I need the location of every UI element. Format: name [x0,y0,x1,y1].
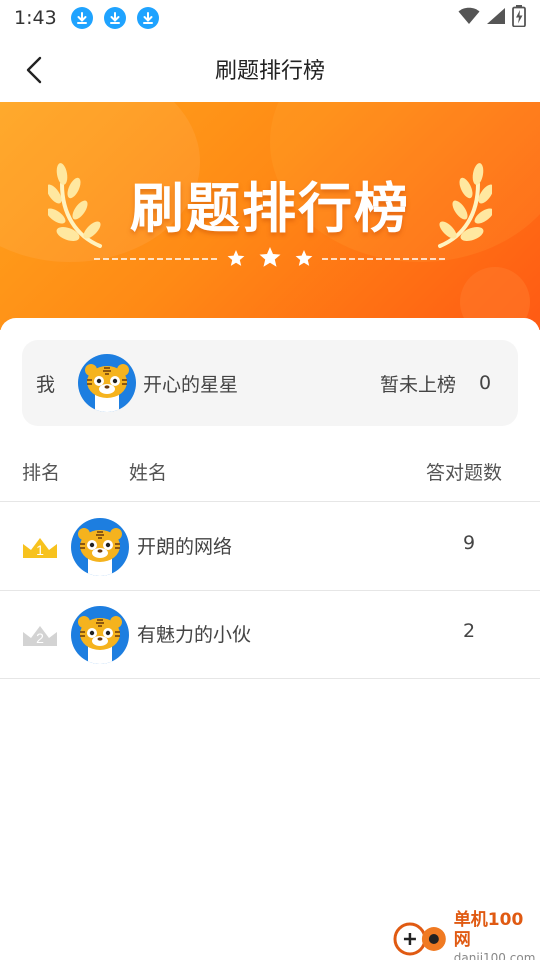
rank-number: 1 [36,542,44,558]
battery-icon [512,5,526,31]
star-icon [295,250,313,266]
column-header-rank: 排名 [22,462,61,484]
watermark-logo-icon [393,922,446,956]
crown-icon: 1 [23,538,57,558]
download-notification-icon [70,7,93,29]
star-icon [227,250,245,266]
row-name: 有魅力的小伙 [137,624,252,646]
wifi-icon [458,7,480,29]
chevron-left-icon [26,56,42,84]
row-score: 9 [462,532,476,554]
tiger-avatar-icon [85,364,129,412]
watermark-cn: 单机100网 [453,910,524,950]
download-notification-icon [103,7,126,29]
avatar [78,354,136,412]
rank-number: 2 [36,630,44,646]
my-rank-status: 暂未上榜 [380,373,457,396]
avatar [71,606,129,664]
star-divider [94,247,446,267]
download-notification-icon [136,7,159,29]
my-rank-card: 我 开心的星星 暂未上榜 0 [22,340,518,426]
table-header: 排名 姓名 答对题数 [0,440,540,502]
table-row: 1 开朗的网络 9 [0,503,540,591]
star-icon [259,247,281,267]
my-name: 开心的星星 [143,373,239,396]
page-title: 刷题排行榜 [214,59,325,84]
signal-icon [486,7,506,29]
tiger-avatar-icon [78,616,122,664]
back-button[interactable] [16,52,52,88]
site-watermark: 单机100网 danji100.com [390,910,540,960]
row-score: 2 [462,620,476,642]
avatar [71,518,129,576]
table-row: 2 有魅力的小伙 2 [0,591,540,679]
my-label: 我 [36,373,56,396]
column-header-name: 姓名 [129,462,168,484]
row-name: 开朗的网络 [137,536,233,558]
tiger-avatar-icon [78,528,122,576]
ranking-banner: 刷题排行榜 [0,102,540,330]
status-time: 1:43 [14,7,57,29]
crown-icon: 2 [23,626,57,646]
banner-title: 刷题排行榜 [130,177,410,240]
status-bar: 1:43 [0,0,540,36]
column-header-correct: 答对题数 [426,462,503,484]
ranking-content: 我 开心的星星 暂未上榜 0 排名 姓名 答对题数 1 开朗的网络 9 2 有魅… [0,318,540,960]
my-score: 0 [479,372,492,394]
watermark-en: danji100.com [453,951,536,960]
nav-bar: 刷题排行榜 [0,36,540,102]
